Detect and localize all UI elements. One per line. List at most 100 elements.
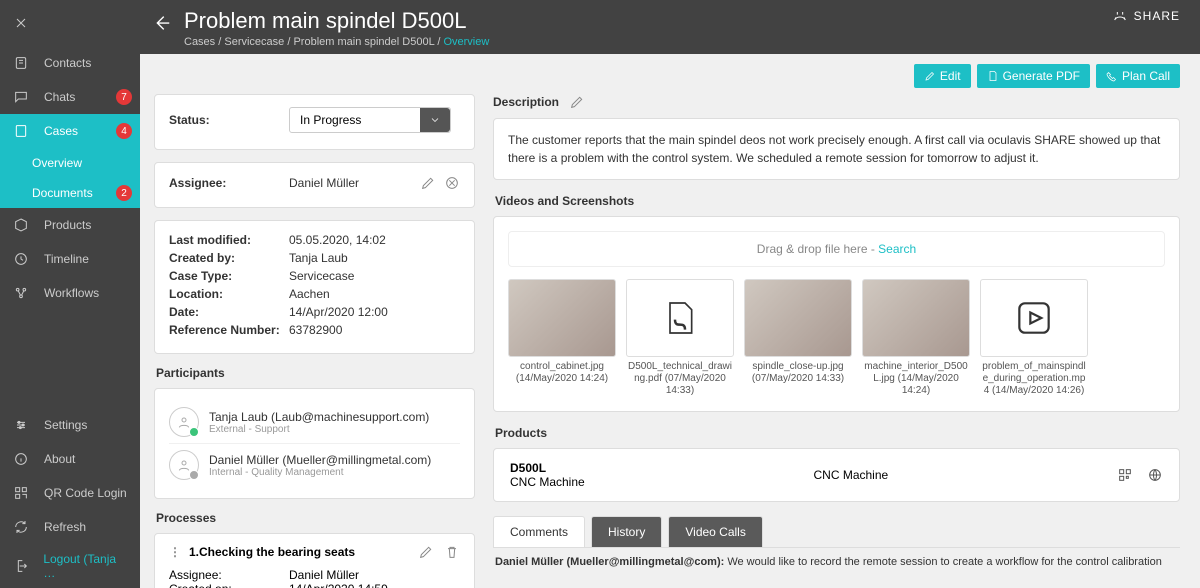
sidebar-label: Chats	[44, 90, 75, 104]
tab-history[interactable]: History	[591, 516, 662, 547]
sidebar-label: Timeline	[44, 252, 89, 266]
drag-handle-icon[interactable]: ⋮	[169, 545, 181, 559]
media-title: Videos and Screenshots	[495, 194, 1180, 208]
sidebar-item-settings[interactable]: Settings	[0, 408, 140, 442]
media-thumb[interactable]: problem_of_mainspindle_during_operation.…	[980, 279, 1088, 397]
participant-role: External - Support	[209, 424, 429, 435]
edit-icon[interactable]	[569, 94, 585, 110]
sidebar-item-workflows[interactable]: Workflows	[0, 276, 140, 310]
participant-row[interactable]: Daniel Müller (Mueller@millingmetal.com)…	[169, 444, 460, 486]
process-card: ⋮ 1.Checking the bearing seats Assignee:…	[154, 533, 475, 588]
main: Problem main spindel D500L Cases / Servi…	[140, 0, 1200, 588]
media-thumb[interactable]: spindle_close-up.jpg (07/May/2020 14:33)	[744, 279, 852, 397]
sidebar-close[interactable]	[0, 0, 140, 46]
crumb[interactable]: Servicecase	[224, 36, 284, 48]
dropzone[interactable]: Drag & drop file here - Search	[508, 231, 1165, 267]
status-card: Status: In Progress	[154, 94, 475, 150]
pdf-thumb	[626, 279, 734, 357]
remove-icon[interactable]	[444, 175, 460, 191]
status-select[interactable]: In Progress	[289, 107, 451, 133]
sidebar-item-overview[interactable]: Overview	[0, 148, 140, 178]
product-category: CNC Machine	[585, 468, 1117, 482]
sidebar-label: Contacts	[44, 56, 91, 70]
info-icon	[12, 450, 30, 468]
sidebar-item-timeline[interactable]: Timeline	[0, 242, 140, 276]
processes-title: Processes	[156, 511, 475, 525]
search-link[interactable]: Search	[878, 242, 916, 256]
sidebar-label: QR Code Login	[44, 486, 127, 500]
badge: 7	[116, 89, 132, 105]
product-card[interactable]: D500L CNC Machine CNC Machine	[493, 448, 1180, 502]
sidebar: Contacts Chats 7 Cases 4 Overview Docume…	[0, 0, 140, 588]
sidebar-label: Logout (Tanja …	[43, 552, 128, 580]
globe-icon[interactable]	[1147, 467, 1163, 483]
chat-icon	[12, 88, 30, 106]
assignee-card: Assignee: Daniel Müller	[154, 162, 475, 208]
description-title: Description	[493, 95, 559, 109]
qr-icon	[12, 484, 30, 502]
sidebar-item-documents[interactable]: Documents 2	[0, 178, 140, 208]
comment-row: Daniel Müller (Mueller@millingmetal@com)…	[493, 548, 1180, 576]
breadcrumb: Cases / Servicecase / Problem main spind…	[184, 36, 489, 48]
qr-icon[interactable]	[1117, 467, 1133, 483]
delete-icon[interactable]	[444, 544, 460, 560]
participant-name: Daniel Müller (Mueller@millingmetal.com)	[209, 453, 431, 467]
products-title: Products	[495, 426, 1180, 440]
products-icon	[12, 216, 30, 234]
sidebar-item-logout[interactable]: Logout (Tanja …	[0, 544, 140, 588]
plan-call-button[interactable]: Plan Call	[1096, 64, 1180, 88]
participant-row[interactable]: Tanja Laub (Laub@machinesupport.com) Ext…	[169, 401, 460, 444]
sidebar-item-cases[interactable]: Cases 4	[0, 114, 140, 148]
close-icon	[12, 14, 30, 32]
status-dot-offline	[189, 470, 199, 480]
timeline-icon	[12, 250, 30, 268]
media-thumb[interactable]: D500L_technical_drawing.pdf (07/May/2020…	[626, 279, 734, 397]
sidebar-item-products[interactable]: Products	[0, 208, 140, 242]
product-name: D500L	[510, 461, 585, 475]
sidebar-item-about[interactable]: About	[0, 442, 140, 476]
action-bar: Edit Generate PDF Plan Call	[140, 54, 1200, 94]
avatar	[169, 407, 199, 437]
sidebar-label: Overview	[32, 156, 82, 170]
assignee-label: Assignee:	[169, 176, 289, 190]
product-type: CNC Machine	[510, 475, 585, 489]
chevron-down-icon	[420, 108, 450, 132]
edit-icon[interactable]	[420, 175, 436, 191]
crumb[interactable]: Problem main spindel D500L	[293, 36, 434, 48]
sidebar-label: Refresh	[44, 520, 86, 534]
tab-video-calls[interactable]: Video Calls	[668, 516, 762, 547]
workflows-icon	[12, 284, 30, 302]
crumb-active: Overview	[443, 36, 489, 48]
image-thumb	[744, 279, 852, 357]
sidebar-item-qr[interactable]: QR Code Login	[0, 476, 140, 510]
tab-comments[interactable]: Comments	[493, 516, 585, 547]
sidebar-item-refresh[interactable]: Refresh	[0, 510, 140, 544]
header: Problem main spindel D500L Cases / Servi…	[140, 0, 1200, 54]
participant-role: Internal - Quality Management	[209, 467, 431, 478]
generate-pdf-button[interactable]: Generate PDF	[977, 64, 1090, 88]
edit-button[interactable]: Edit	[914, 64, 971, 88]
sidebar-item-contacts[interactable]: Contacts	[0, 46, 140, 80]
avatar	[169, 450, 199, 480]
badge: 2	[116, 185, 132, 201]
edit-icon[interactable]	[418, 544, 434, 560]
participants-title: Participants	[156, 366, 475, 380]
sidebar-label: Products	[44, 218, 91, 232]
share-icon	[1112, 8, 1128, 24]
image-thumb	[862, 279, 970, 357]
sidebar-item-chats[interactable]: Chats 7	[0, 80, 140, 114]
settings-icon	[12, 416, 30, 434]
status-value: In Progress	[290, 113, 420, 127]
media-thumb[interactable]: control_cabinet.jpg (14/May/2020 14:24)	[508, 279, 616, 397]
sidebar-label: Workflows	[44, 286, 99, 300]
meta-card: Last modified:05.05.2020, 14:02 Created …	[154, 220, 475, 354]
crumb[interactable]: Cases	[184, 36, 215, 48]
back-button[interactable]	[150, 12, 172, 34]
media-card: Drag & drop file here - Search control_c…	[493, 216, 1180, 412]
description-text: The customer reports that the main spind…	[493, 118, 1180, 180]
image-thumb	[508, 279, 616, 357]
process-title: 1.Checking the bearing seats	[189, 545, 355, 559]
media-thumb[interactable]: machine_interior_D500L.jpg (14/May/2020 …	[862, 279, 970, 397]
sidebar-label: Settings	[44, 418, 87, 432]
refresh-icon	[12, 518, 30, 536]
